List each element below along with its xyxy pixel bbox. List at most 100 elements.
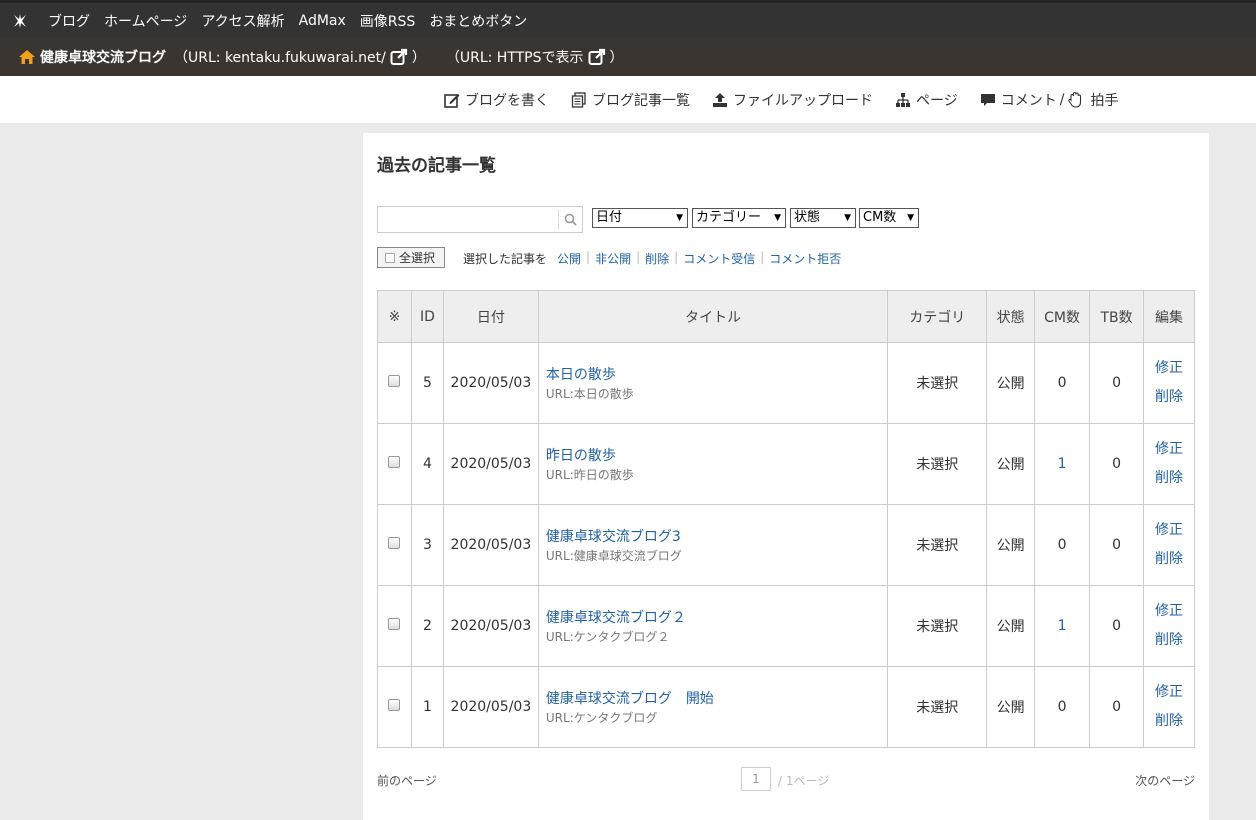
date-filter-select[interactable]: 日付 ▼: [592, 208, 688, 228]
status-filter-select[interactable]: 状態 ▼: [790, 208, 856, 228]
topnav-access-analytics[interactable]: アクセス解析: [201, 11, 284, 31]
sub-navigation: ブログを書く ブログ記事一覧 ファイルアップロード ページ コメント / 拍手: [0, 76, 1256, 123]
pagination: 前のページ 1 / 1ページ 次のページ: [377, 767, 1195, 793]
bulk-reject-comments-link[interactable]: コメント拒否: [769, 250, 841, 267]
post-tb-count: 0: [1089, 504, 1144, 586]
bulk-accept-comments-link[interactable]: コメント受信: [683, 250, 755, 267]
select-all-button[interactable]: 全選択: [377, 247, 445, 268]
search-icon[interactable]: [558, 210, 582, 229]
home-icon: [18, 49, 36, 65]
column-header-status: 状態: [986, 290, 1036, 343]
post-title-link[interactable]: 健康卓球交流ブログ3: [546, 526, 887, 546]
external-link-icon[interactable]: [588, 48, 606, 66]
delete-post-link[interactable]: 削除: [1144, 545, 1194, 574]
column-header-tb-count: TB数: [1089, 290, 1144, 343]
main-panel: 過去の記事一覧 日付 ▼ カテゴリー ▼ 状態 ▼ CM数 ▼ 全選択 選択した記事を …: [363, 133, 1209, 820]
dropdown-arrow-icon: ▼: [907, 213, 914, 223]
row-checkbox[interactable]: [388, 375, 401, 387]
topnav-homepage[interactable]: ホームページ: [104, 11, 187, 31]
post-cm-count: 0: [1057, 375, 1067, 391]
post-category: 未選択: [887, 666, 988, 748]
topnav-image-rss[interactable]: 画像RSS: [360, 11, 416, 31]
page-label: ページ: [916, 92, 958, 109]
comment-icon: [980, 93, 995, 106]
external-link-icon[interactable]: [390, 48, 408, 66]
column-header-mark: ※: [377, 290, 412, 343]
post-list-link[interactable]: ブログ記事一覧: [571, 90, 690, 110]
comment-label: コメント: [1000, 92, 1057, 109]
next-page-link[interactable]: 次のページ: [1135, 772, 1195, 789]
post-status: 公開: [986, 585, 1036, 667]
blog-bar: 健康卓球交流ブログ （URL: kentaku.fukuwarai.net/ ）…: [0, 38, 1256, 76]
bulk-unpublish-link[interactable]: 非公開: [595, 250, 631, 267]
upload-icon: [713, 92, 727, 107]
post-status: 公開: [986, 423, 1036, 505]
blog-name-link[interactable]: 健康卓球交流ブログ: [40, 47, 166, 67]
dropdown-arrow-icon: ▼: [676, 213, 683, 223]
edit-post-link[interactable]: 修正: [1144, 597, 1194, 626]
table-row: 3 2020/05/03 健康卓球交流ブログ3 URL:健康卓球交流ブログ 未選択 公開 0…: [377, 504, 1195, 586]
page-link[interactable]: ページ: [895, 90, 958, 110]
prev-page-link[interactable]: 前のページ: [377, 772, 437, 789]
cm-filter-select[interactable]: CM数 ▼: [859, 208, 919, 228]
category-filter-select[interactable]: カテゴリー ▼: [692, 208, 786, 228]
topnav-omatome-button[interactable]: おまとめボタン: [429, 11, 527, 31]
row-checkbox[interactable]: [388, 699, 401, 711]
search-input[interactable]: [378, 207, 558, 232]
delete-post-link[interactable]: 削除: [1144, 464, 1194, 493]
post-cm-count[interactable]: 1: [1058, 456, 1067, 472]
post-id: 5: [410, 342, 444, 424]
post-title-link[interactable]: 昨日の散歩: [546, 445, 887, 465]
comment-clap-link[interactable]: コメント / 拍手: [980, 90, 1119, 110]
top-navigation: ブログ ホームページ アクセス解析 AdMax 画像RSS おまとめボタン: [0, 0, 1256, 38]
table-row: 4 2020/05/03 昨日の散歩 URL:昨日の散歩 未選択 公開 1 0 修正 削除: [377, 423, 1195, 505]
edit-icon: [444, 93, 460, 108]
topnav-admax[interactable]: AdMax: [299, 13, 346, 29]
column-header-id: ID: [410, 290, 444, 343]
post-title-link[interactable]: 本日の散歩: [546, 364, 887, 384]
sitemap-icon: [896, 92, 910, 107]
ninja-logo-icon[interactable]: [10, 11, 30, 31]
post-category: 未選択: [887, 423, 988, 505]
delete-post-link[interactable]: 削除: [1144, 707, 1194, 736]
table-header-row: ※ ID 日付 タイトル カテゴリ 状態 CM数 TB数 編集: [377, 290, 1195, 343]
post-title-link[interactable]: 健康卓球交流ブログ２: [546, 607, 887, 627]
bulk-publish-link[interactable]: 公開: [557, 250, 581, 267]
table-row: 2 2020/05/03 健康卓球交流ブログ２ URL:ケンタクブログ２ 未選択 公開 1 0…: [377, 585, 1195, 667]
column-header-category: カテゴリ: [887, 290, 988, 343]
column-header-cm-count: CM数: [1034, 290, 1091, 343]
post-id: 2: [410, 585, 444, 667]
row-checkbox[interactable]: [388, 618, 401, 630]
column-header-title: タイトル: [537, 290, 889, 343]
clap-label: 拍手: [1090, 92, 1119, 109]
edit-post-link[interactable]: 修正: [1144, 435, 1194, 464]
edit-post-link[interactable]: 修正: [1144, 516, 1194, 545]
documents-icon: [571, 91, 586, 108]
blog-url-close: ）: [411, 50, 426, 66]
page-number-input[interactable]: 1: [741, 767, 771, 791]
post-cm-count[interactable]: 1: [1058, 618, 1067, 634]
edit-post-link[interactable]: 修正: [1144, 678, 1194, 707]
post-url: URL:ケンタクブログ: [545, 711, 658, 725]
topnav-blog[interactable]: ブログ: [48, 11, 90, 31]
post-id: 3: [410, 504, 444, 586]
search-box: [377, 206, 583, 233]
delete-post-link[interactable]: 削除: [1144, 383, 1194, 412]
file-upload-link[interactable]: ファイルアップロード: [712, 90, 873, 110]
post-date: 2020/05/03: [442, 666, 539, 748]
post-tb-count: 0: [1089, 423, 1144, 505]
row-checkbox[interactable]: [388, 456, 401, 468]
delete-post-link[interactable]: 削除: [1144, 626, 1194, 655]
bulk-actions: 選択した記事を 公開 | 非公開 | 削除 | コメント受信 | コメント拒否: [463, 250, 842, 267]
post-title-link[interactable]: 健康卓球交流ブログ 開始: [546, 688, 887, 708]
post-cm-count: 0: [1057, 537, 1067, 553]
post-url: URL:昨日の散歩: [545, 468, 634, 482]
edit-post-link[interactable]: 修正: [1144, 354, 1194, 383]
post-status: 公開: [986, 504, 1036, 586]
row-checkbox[interactable]: [388, 537, 401, 549]
table-row: 5 2020/05/03 本日の散歩 URL:本日の散歩 未選択 公開 0 0 修正 削除: [377, 342, 1195, 424]
write-blog-link[interactable]: ブログを書く: [444, 90, 549, 110]
bulk-delete-link[interactable]: 削除: [645, 250, 669, 267]
post-category: 未選択: [887, 585, 988, 667]
clap-hand-icon: [1068, 91, 1082, 108]
